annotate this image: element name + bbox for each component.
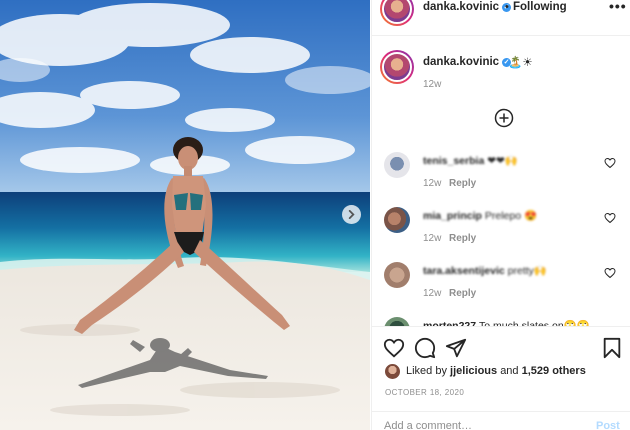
- post-date[interactable]: OCTOBER 18, 2020: [385, 388, 464, 397]
- likes-prefix: Liked by: [406, 365, 447, 377]
- heart-icon[interactable]: [604, 212, 616, 224]
- chevron-right-icon: [348, 210, 355, 219]
- heart-icon[interactable]: [383, 337, 405, 359]
- bookmark-icon[interactable]: [601, 337, 623, 359]
- liker-username[interactable]: jjelicious: [450, 365, 497, 377]
- caption-author-avatar[interactable]: [380, 50, 414, 84]
- heart-icon[interactable]: [604, 157, 616, 169]
- comment-input[interactable]: [384, 420, 574, 430]
- beach-photo: [0, 0, 370, 430]
- comment-username[interactable]: tenis_serbia ❤❤🙌: [423, 154, 518, 167]
- commenter-avatar[interactable]: [384, 262, 410, 288]
- comment-item: tenis_serbia ❤❤🙌 12w Reply: [372, 152, 630, 202]
- caption-username[interactable]: danka.kovinic ✓: [423, 56, 512, 68]
- caption-text: 🏝️☀: [508, 57, 533, 69]
- post-photo[interactable]: [0, 0, 370, 430]
- reply-button[interactable]: Reply: [449, 288, 476, 299]
- author-username[interactable]: danka.kovinic ✓: [423, 1, 512, 13]
- comment-icon[interactable]: [414, 337, 436, 359]
- plus-circle-icon[interactable]: [494, 108, 514, 128]
- comment-item: tara.aksentijevic pretty🙌 12w Reply: [372, 262, 630, 312]
- comment-username[interactable]: tara.aksentijevic pretty🙌: [423, 264, 547, 277]
- post-header: danka.kovinic ✓ • Following •••: [372, 0, 630, 36]
- more-options-icon[interactable]: •••: [609, 0, 627, 14]
- likes-count[interactable]: 1,529 others: [522, 365, 586, 377]
- separator-dot: •: [505, 1, 509, 13]
- commenter-avatar[interactable]: [384, 207, 410, 233]
- post-panel: danka.kovinic ✓ • Following ••• danka.kov…: [371, 0, 630, 430]
- reply-button[interactable]: Reply: [449, 178, 476, 189]
- heart-icon[interactable]: [604, 267, 616, 279]
- commenter-avatar[interactable]: [384, 152, 410, 178]
- comment-time[interactable]: 12w: [423, 233, 441, 244]
- comment-username[interactable]: mia_princip Prelepo 😍: [423, 209, 537, 222]
- post-comment-button[interactable]: Post: [596, 420, 620, 430]
- paper-plane-icon[interactable]: [445, 337, 467, 359]
- post-actions: Liked by jjelicious and 1,529 others OCT…: [372, 326, 630, 430]
- comment-time[interactable]: 12w: [423, 178, 441, 189]
- comment-time[interactable]: 12w: [423, 288, 441, 299]
- author-avatar[interactable]: [380, 0, 414, 26]
- next-photo-button[interactable]: [342, 205, 361, 224]
- liker-avatar[interactable]: [385, 364, 400, 379]
- comment-item: mia_princip Prelepo 😍 12w Reply: [372, 207, 630, 257]
- reply-button[interactable]: Reply: [449, 233, 476, 244]
- add-comment-bar: Post: [372, 411, 630, 430]
- following-button[interactable]: Following: [513, 1, 567, 13]
- caption-time[interactable]: 12w: [423, 79, 441, 90]
- likes-and: and: [500, 365, 519, 377]
